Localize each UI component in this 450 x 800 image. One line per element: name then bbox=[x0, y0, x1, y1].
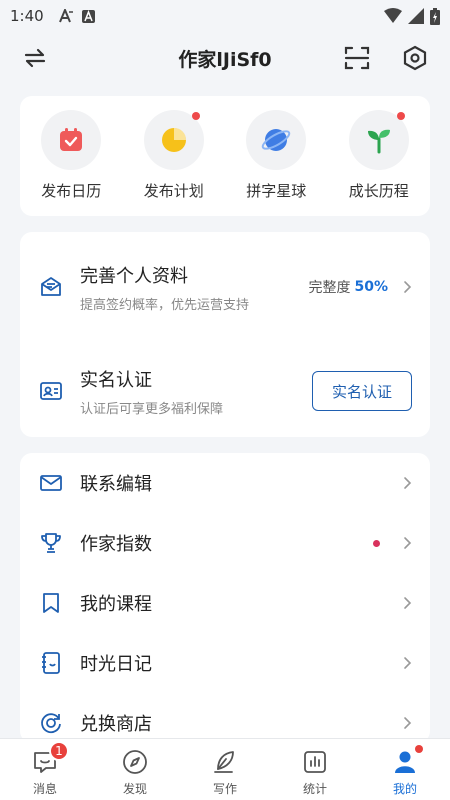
menu-card: 联系编辑 作家指数 我的课程 时光日记 兑换商店 bbox=[20, 453, 430, 743]
quill-icon bbox=[210, 747, 240, 777]
complete-profile-title: 完善个人资料 bbox=[80, 265, 188, 287]
chevron-right-icon bbox=[404, 717, 412, 729]
shortcut-word-planet[interactable]: 拼字星球 bbox=[231, 110, 321, 216]
shortcut-label: 发布日历 bbox=[41, 182, 102, 200]
calendar-icon bbox=[60, 128, 83, 151]
notebook-icon bbox=[38, 650, 64, 676]
battery-icon bbox=[430, 7, 440, 25]
complete-profile-subtitle: 提高签约概率，优先运营支持 bbox=[80, 297, 250, 313]
shortcut-publish-plan[interactable]: 发布计划 bbox=[129, 110, 219, 216]
verify-title: 实名认证 bbox=[80, 369, 152, 391]
shortcut-icon-bg bbox=[246, 110, 307, 170]
notification-a-icon bbox=[58, 9, 73, 23]
menu-item-contact-editor[interactable]: 联系编辑 bbox=[20, 453, 430, 513]
tab-messages[interactable]: 1 消息 bbox=[0, 739, 90, 800]
menu-item-exchange-store[interactable]: 兑换商店 bbox=[20, 693, 430, 743]
complete-profile-row[interactable]: 完善个人资料 提高签约概率，优先运营支持 完整度 50% bbox=[20, 256, 430, 318]
shortcut-icon-bg bbox=[348, 110, 409, 170]
menu-item-my-courses[interactable]: 我的课程 bbox=[20, 573, 430, 633]
status-bar: 1:40 bbox=[0, 0, 450, 32]
bookmark-icon bbox=[38, 590, 64, 616]
pie-chart-icon bbox=[161, 128, 186, 152]
message-badge: 1 bbox=[49, 741, 69, 761]
wifi-icon bbox=[384, 8, 402, 23]
settings-button[interactable] bbox=[398, 41, 432, 75]
exchange-icon bbox=[38, 710, 64, 736]
bottom-tab-bar: 1 消息 发现 写作 统计 我的 bbox=[0, 738, 450, 800]
stats-icon bbox=[300, 747, 330, 777]
shortcut-growth-history[interactable]: 成长历程 bbox=[334, 110, 424, 216]
new-dot bbox=[415, 745, 423, 753]
completion-label: 完整度 bbox=[308, 280, 351, 296]
menu-item-label: 联系编辑 bbox=[80, 474, 152, 495]
profile-envelope-icon bbox=[38, 274, 64, 300]
menu-item-label: 我的课程 bbox=[80, 594, 152, 615]
tab-label: 消息 bbox=[32, 782, 57, 796]
scan-button[interactable] bbox=[340, 41, 374, 75]
chevron-right-icon bbox=[404, 657, 412, 669]
shortcut-icon-bg bbox=[41, 110, 102, 170]
shortcut-label: 发布计划 bbox=[143, 182, 204, 200]
status-time: 1:40 bbox=[10, 7, 44, 25]
sprout-icon bbox=[367, 129, 390, 154]
switch-account-button[interactable] bbox=[18, 41, 52, 75]
tab-label: 我的 bbox=[392, 782, 417, 796]
profile-card: 完善个人资料 提高签约概率，优先运营支持 完整度 50% 实名认证 认证后可享更… bbox=[20, 232, 430, 437]
shortcuts-card: 发布日历 发布计划 拼字星球 成长历程 bbox=[20, 96, 430, 216]
mail-icon bbox=[38, 470, 64, 496]
notification-app-icon bbox=[81, 9, 95, 23]
shortcut-icon-bg bbox=[143, 110, 204, 170]
compass-icon bbox=[120, 747, 150, 777]
menu-item-time-diary[interactable]: 时光日记 bbox=[20, 633, 430, 693]
verify-subtitle: 认证后可享更多福利保障 bbox=[80, 401, 224, 417]
shortcut-label: 成长历程 bbox=[348, 182, 409, 200]
id-card-icon bbox=[38, 378, 64, 404]
tab-write[interactable]: 写作 bbox=[180, 739, 270, 800]
menu-item-writer-index[interactable]: 作家指数 bbox=[20, 513, 430, 573]
tab-label: 写作 bbox=[212, 782, 237, 796]
settings-hexagon-icon bbox=[403, 45, 427, 71]
verify-button[interactable]: 实名认证 bbox=[312, 371, 412, 411]
signal-icon bbox=[408, 8, 424, 24]
chevron-right-icon bbox=[404, 597, 412, 609]
trophy-icon bbox=[38, 530, 64, 556]
shortcut-label: 拼字星球 bbox=[246, 182, 307, 200]
tab-discover[interactable]: 发现 bbox=[90, 739, 180, 800]
menu-item-label: 作家指数 bbox=[80, 534, 152, 555]
swap-arrows-icon bbox=[24, 48, 46, 68]
tab-stats[interactable]: 统计 bbox=[270, 739, 360, 800]
real-name-verify-row: 实名认证 认证后可享更多福利保障 实名认证 bbox=[20, 360, 430, 422]
new-dot bbox=[373, 539, 380, 547]
scan-icon bbox=[344, 46, 370, 70]
tab-mine[interactable]: 我的 bbox=[360, 739, 450, 800]
tab-label: 发现 bbox=[122, 782, 147, 796]
shortcut-publish-calendar[interactable]: 发布日历 bbox=[26, 110, 116, 216]
planet-icon bbox=[262, 129, 291, 151]
tab-label: 统计 bbox=[302, 782, 327, 796]
new-dot bbox=[191, 112, 200, 120]
menu-item-label: 兑换商店 bbox=[80, 714, 152, 735]
completion-value: 50% bbox=[354, 279, 388, 295]
chevron-right-icon bbox=[404, 477, 412, 489]
chevron-right-icon bbox=[404, 537, 412, 549]
new-dot bbox=[396, 112, 405, 120]
chevron-right-icon bbox=[404, 281, 412, 293]
menu-item-label: 时光日记 bbox=[80, 654, 152, 675]
top-header: 作家lJiSf0 bbox=[0, 32, 450, 84]
